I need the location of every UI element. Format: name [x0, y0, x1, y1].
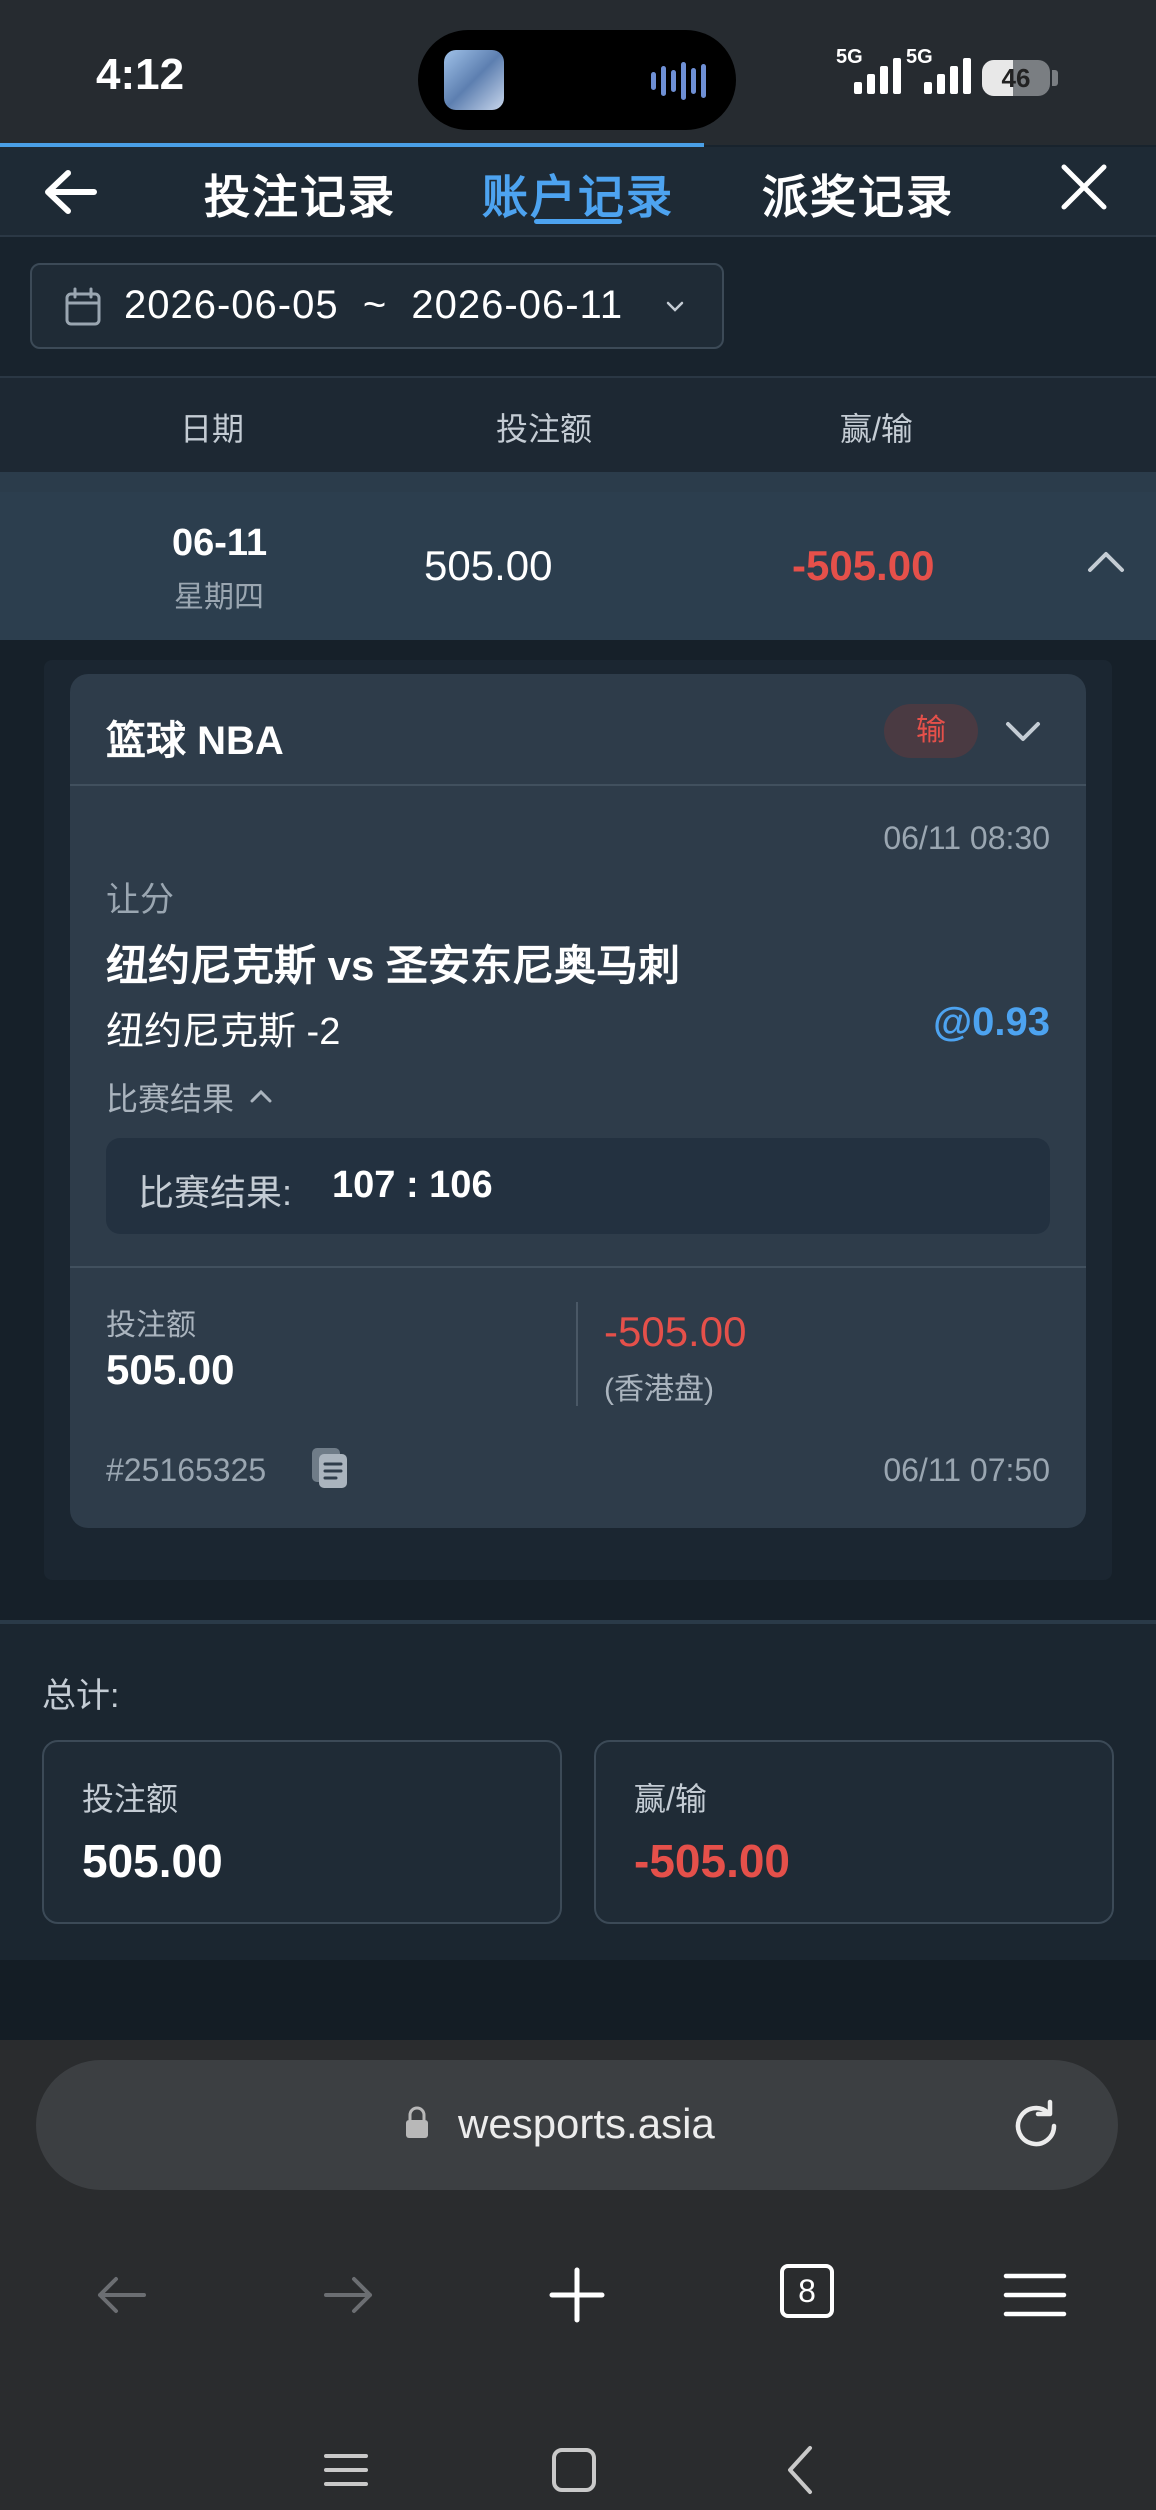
battery-icon: 46: [982, 60, 1050, 96]
audio-wave-icon: [651, 60, 706, 102]
status-bar: 4:12 5G 5G 46: [0, 0, 1156, 147]
chevron-down-icon[interactable]: [1002, 712, 1044, 750]
totals-section: 总计: 投注额 505.00 赢/输 -505.00: [0, 1620, 1156, 1960]
bet-card: 篮球 NBA 输 06/11 08:30 让分 纽约尼克斯 vs 圣安东尼奥马刺…: [70, 674, 1086, 1528]
day-summary-row[interactable]: 06-11 星期四 505.00 -505.00: [0, 492, 1156, 640]
signal-icon-2: 5G: [906, 46, 971, 94]
reload-icon[interactable]: [1006, 2096, 1066, 2156]
date-range-text: 2026-06-05 ~ 2026-06-11: [124, 283, 624, 327]
lock-icon: [406, 2106, 428, 2138]
network-label-2: 5G: [906, 46, 933, 68]
chevron-up-icon: [250, 1089, 272, 1103]
calendar-icon: [65, 287, 101, 326]
result-toggle-label: 比赛结果: [106, 1081, 235, 1117]
total-stake-label: 投注额: [82, 1781, 179, 1817]
match-result-box: 比赛结果: 107 : 106: [106, 1138, 1050, 1234]
signal-icon: 5G: [836, 46, 901, 94]
total-win-loss-value: -505.00: [634, 1835, 791, 1887]
column-date: 日期: [180, 411, 245, 447]
active-tab-indicator: [534, 219, 622, 224]
bet-id: #25165325: [106, 1452, 267, 1488]
placed-time: 06/11 07:50: [883, 1452, 1050, 1488]
divider: [0, 472, 1156, 492]
network-label: 5G: [836, 46, 863, 68]
bet-selection: 纽约尼克斯 -2: [106, 1011, 341, 1053]
new-tab-icon[interactable]: [544, 2262, 610, 2328]
filter-bar: 2026-06-05 ~ 2026-06-11: [0, 239, 1156, 375]
media-thumbnail: [444, 50, 504, 110]
odds: @0.93: [933, 1000, 1050, 1044]
chevron-up-icon[interactable]: [1084, 540, 1128, 584]
bet-card-header[interactable]: 篮球 NBA 输: [70, 674, 1086, 786]
row-date: 06-11: [172, 522, 268, 564]
row-weekday: 星期四: [174, 581, 264, 614]
tab-account-records[interactable]: 账户记录: [482, 161, 674, 227]
tab-payout-records[interactable]: 派奖记录: [762, 161, 954, 227]
total-win-loss-card: 赢/输 -505.00: [594, 1740, 1114, 1924]
total-win-loss-label: 赢/输: [634, 1781, 707, 1817]
result-toggle[interactable]: 比赛结果: [106, 1074, 274, 1120]
stake-value: 505.00: [106, 1346, 235, 1393]
match-name: 纽约尼克斯 vs 圣安东尼奥马刺: [106, 942, 681, 989]
result-label: 比赛结果:: [138, 1172, 293, 1213]
arrow-left-icon[interactable]: [40, 165, 100, 219]
browser-forward-icon[interactable]: [316, 2262, 382, 2328]
status-badge: 输: [884, 704, 978, 758]
win-loss-value: -505.00: [604, 1308, 747, 1355]
url-text: wesports.asia: [458, 2100, 715, 2147]
system-back-icon[interactable]: [772, 2440, 832, 2500]
column-win-loss: 赢/输: [840, 411, 913, 447]
total-stake-value: 505.00: [82, 1835, 223, 1887]
copy-icon[interactable]: [310, 1446, 350, 1490]
vertical-divider: [576, 1302, 578, 1406]
home-icon[interactable]: [544, 2440, 604, 2500]
row-win-loss: -505.00: [792, 542, 935, 589]
divider: [70, 1266, 1086, 1268]
status-time: 4:12: [96, 50, 185, 99]
battery-tip: [1052, 70, 1058, 86]
dynamic-island: [418, 30, 736, 130]
chevron-down-icon: [666, 301, 684, 312]
battery-level: 46: [1001, 63, 1031, 93]
table-header: 日期 投注额 赢/输: [0, 376, 1156, 472]
odds-type: (香港盘): [604, 1373, 714, 1406]
stake-label: 投注额: [106, 1309, 196, 1342]
browser-back-icon[interactable]: [88, 2262, 154, 2328]
page-footer-space: [0, 1960, 1156, 2040]
match-time: 06/11 08:30: [883, 820, 1050, 856]
menu-icon[interactable]: [1002, 2262, 1068, 2328]
tab-switcher-button[interactable]: 8: [780, 2264, 834, 2318]
column-stake: 投注额: [496, 411, 593, 447]
totals-label: 总计:: [42, 1677, 120, 1715]
date-range-picker[interactable]: 2026-06-05 ~ 2026-06-11: [30, 263, 724, 349]
browser-toolbar: wesports.asia 8: [0, 2040, 1156, 2510]
bet-type: 让分: [106, 881, 174, 919]
total-stake-card: 投注额 505.00: [42, 1740, 562, 1924]
close-icon[interactable]: [1058, 161, 1110, 213]
row-stake: 505.00: [424, 542, 553, 589]
result-score: 107 : 106: [332, 1164, 493, 1206]
top-nav: 投注记录 账户记录 派奖记录: [0, 147, 1156, 237]
tab-bet-records[interactable]: 投注记录: [204, 161, 396, 227]
sport-league: 篮球 NBA: [106, 719, 284, 763]
address-bar[interactable]: wesports.asia: [36, 2060, 1118, 2190]
recent-apps-icon[interactable]: [316, 2440, 376, 2500]
